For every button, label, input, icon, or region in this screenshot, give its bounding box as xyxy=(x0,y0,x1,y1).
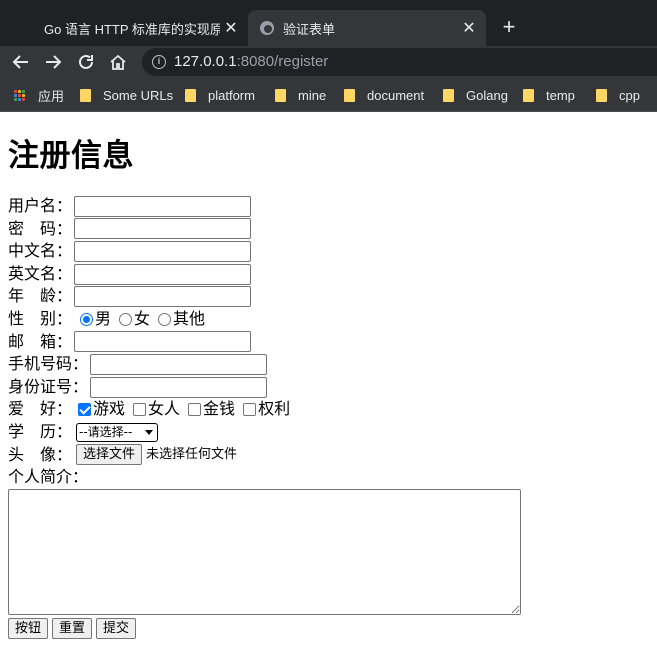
hobby-label: 爱 好： xyxy=(8,399,73,419)
age-input[interactable] xyxy=(74,286,252,308)
folder-icon xyxy=(443,88,454,102)
navigation-bar: i 127.0.0.1:8080/register xyxy=(0,46,657,78)
hobby-checkbox-games[interactable] xyxy=(78,403,92,417)
url-text: 127.0.0.1:8080/register xyxy=(174,53,329,70)
globe-icon xyxy=(260,21,274,35)
hobby-row: 爱 好： 游戏 女人 金钱 权利 xyxy=(8,398,648,421)
intro-textarea[interactable] xyxy=(8,488,521,615)
back-icon[interactable] xyxy=(10,51,32,73)
phone-label: 手机号码： xyxy=(8,354,89,374)
education-label: 学 历： xyxy=(8,421,73,441)
folder-icon xyxy=(80,88,91,102)
gender-radio-other[interactable] xyxy=(158,312,172,326)
gender-option-label: 男 xyxy=(95,308,112,328)
avatar-row: 头 像： 选择文件 未选择任何文件 xyxy=(8,444,648,467)
id-number-input[interactable] xyxy=(90,376,268,398)
username-row: 用户名： xyxy=(8,195,648,218)
folder-icon xyxy=(275,88,286,102)
folder-icon xyxy=(344,88,355,102)
close-icon[interactable]: ✕ xyxy=(460,19,478,37)
info-icon[interactable]: i xyxy=(152,55,166,69)
email-row: 邮 箱： xyxy=(8,331,648,354)
forward-icon[interactable] xyxy=(42,51,64,73)
folder-icon xyxy=(185,88,196,102)
hobby-option-label: 女人 xyxy=(148,399,181,419)
bookmarks-bar: 应用 Some URLs platform mine document Gola… xyxy=(0,78,657,112)
password-input[interactable] xyxy=(74,218,252,240)
gender-option-label: 其他 xyxy=(173,308,206,328)
bookmark-apps[interactable]: 应用 xyxy=(14,86,64,104)
gender-radio-female[interactable] xyxy=(119,312,133,326)
age-row: 年 龄： xyxy=(8,285,648,308)
gender-option-label: 女 xyxy=(134,308,151,328)
password-row: 密 码： xyxy=(8,218,648,241)
tab-strip: Go 语言 HTTP 标准库的实现原理 ✕ 验证表单 ✕ + xyxy=(0,0,657,46)
bookmark-folder[interactable]: Some URLs xyxy=(80,86,173,104)
submit-button[interactable]: 提交 xyxy=(96,617,137,639)
chinese-name-label: 中文名： xyxy=(8,241,73,261)
bookmark-folder[interactable]: temp xyxy=(523,86,575,104)
bookmark-folder[interactable]: platform xyxy=(185,86,255,104)
chevron-down-icon xyxy=(145,429,154,435)
tab-title: 验证表单 xyxy=(283,21,336,37)
hobby-option-label: 权利 xyxy=(258,399,291,419)
avatar-label: 头 像： xyxy=(8,444,73,464)
email-input[interactable] xyxy=(74,331,252,353)
english-name-label: 英文名： xyxy=(8,263,73,283)
close-icon[interactable]: ✕ xyxy=(222,19,240,37)
hobby-option-label: 游戏 xyxy=(93,399,126,419)
education-select[interactable]: --请选择-- xyxy=(76,422,159,442)
education-selected-value: --请选择-- xyxy=(79,424,133,439)
gender-label: 性 别： xyxy=(8,308,73,328)
tab-title: Go 语言 HTTP 标准库的实现原理 xyxy=(44,21,220,37)
age-label: 年 龄： xyxy=(8,286,73,306)
plain-button[interactable]: 按钮 xyxy=(8,617,49,639)
folder-icon xyxy=(523,88,534,102)
english-name-row: 英文名： xyxy=(8,263,648,286)
tab-go-http[interactable]: Go 语言 HTTP 标准库的实现原理 ✕ xyxy=(8,10,248,46)
address-bar[interactable]: i 127.0.0.1:8080/register xyxy=(142,48,657,76)
new-tab-icon[interactable]: + xyxy=(496,15,522,41)
id-label: 身份证号： xyxy=(8,376,89,396)
password-label: 密 码： xyxy=(8,218,73,238)
register-page: 注册信息 用户名： 密 码： 中文名： 英文名： 年 龄： 性 别： 男 女 其… xyxy=(8,113,648,639)
username-input[interactable] xyxy=(74,195,252,217)
chinese-name-input[interactable] xyxy=(74,240,252,262)
bookmark-folder[interactable]: mine xyxy=(275,86,326,104)
page-title: 注册信息 xyxy=(8,138,134,174)
bookmark-folder[interactable]: document xyxy=(344,86,424,104)
id-row: 身份证号： xyxy=(8,376,648,399)
username-label: 用户名： xyxy=(8,196,73,215)
hobby-checkbox-money[interactable] xyxy=(188,403,202,417)
reload-icon[interactable] xyxy=(75,51,97,73)
form-actions: 按钮 重置 提交 xyxy=(8,617,648,639)
english-name-input[interactable] xyxy=(74,263,252,285)
file-status: 未选择任何文件 xyxy=(146,446,238,462)
hobby-checkbox-women[interactable] xyxy=(133,403,147,417)
education-row: 学 历： --请选择-- xyxy=(8,421,648,444)
intro-label: 个人简介： xyxy=(8,467,89,487)
home-icon[interactable] xyxy=(107,51,129,73)
tab-register[interactable]: 验证表单 ✕ xyxy=(248,10,486,46)
folder-icon xyxy=(596,88,607,102)
bookmark-folder[interactable]: cpp xyxy=(596,86,640,104)
bookmark-folder[interactable]: Golang xyxy=(443,86,508,104)
choose-file-button[interactable]: 选择文件 xyxy=(76,444,143,466)
hobby-option-label: 金钱 xyxy=(203,399,236,419)
apps-icon xyxy=(14,89,25,101)
email-label: 邮 箱： xyxy=(8,331,73,351)
hobby-checkbox-power[interactable] xyxy=(243,403,257,417)
gender-radio-male[interactable] xyxy=(80,312,94,326)
reset-button[interactable]: 重置 xyxy=(52,617,93,639)
phone-row: 手机号码： xyxy=(8,353,648,376)
chinese-name-row: 中文名： xyxy=(8,240,648,263)
gender-row: 性 别： 男 女 其他 xyxy=(8,308,648,331)
phone-input[interactable] xyxy=(90,353,268,375)
intro-row: 个人简介： xyxy=(8,466,648,489)
